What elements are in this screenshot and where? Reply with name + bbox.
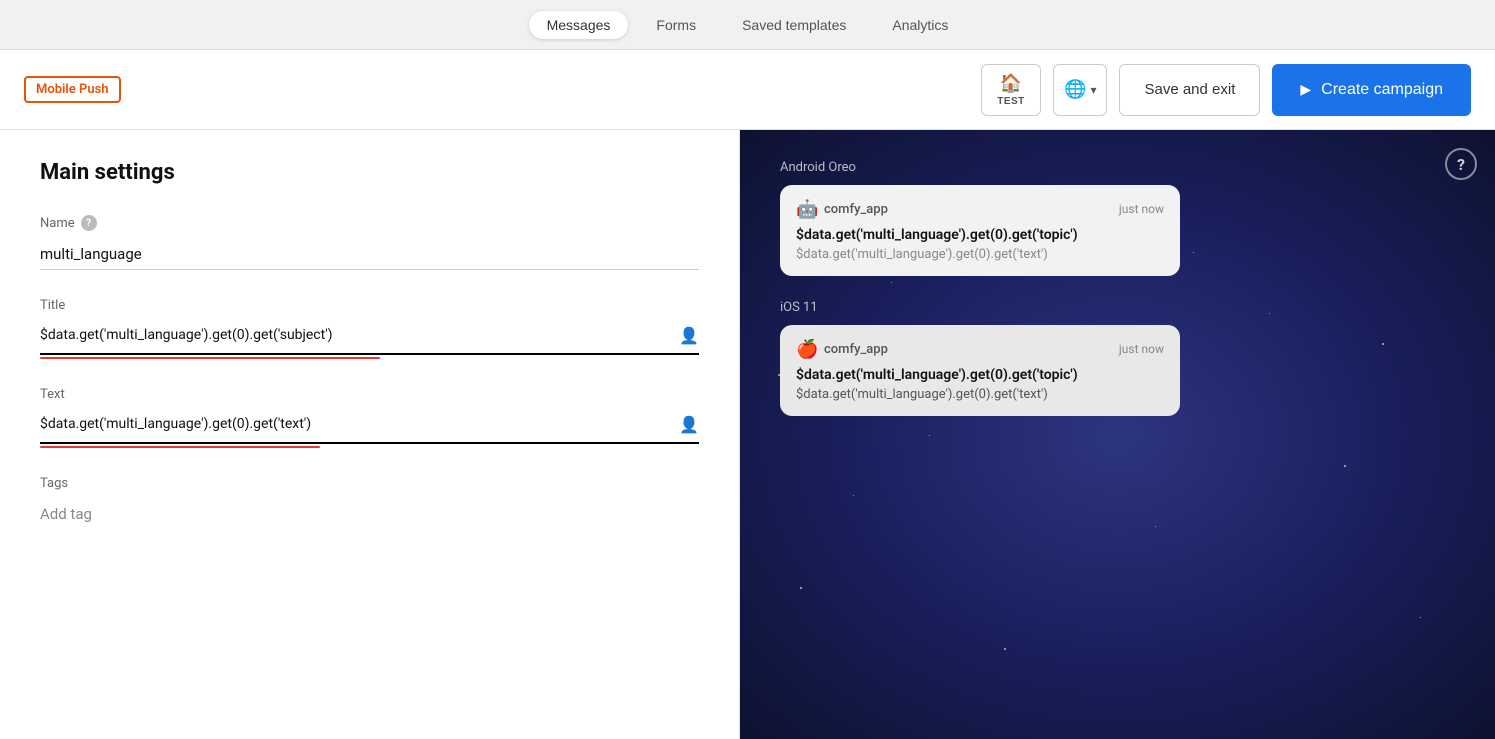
ios-app-name: comfy_app [824, 342, 888, 357]
mobile-push-label: Mobile Push [24, 76, 121, 103]
create-campaign-label: Create campaign [1321, 81, 1443, 99]
name-help-icon[interactable]: ? [81, 215, 97, 231]
title-person-icon[interactable]: 👤 [679, 326, 699, 345]
text-label-row: Text [40, 387, 699, 402]
text-label: Text [40, 387, 65, 402]
play-icon: ▶ [1300, 81, 1311, 98]
left-panel: Main settings Name ? multi_language Titl… [0, 130, 740, 739]
text-error-underline [40, 446, 320, 448]
name-label: Name [40, 216, 75, 231]
title-input[interactable] [40, 321, 669, 349]
ios-card-text: $data.get('multi_language').get(0).get('… [796, 387, 1164, 402]
help-button[interactable]: ? [1445, 148, 1477, 180]
text-field-group: Text 👤 [40, 387, 699, 448]
tags-add-placeholder[interactable]: Add tag [40, 499, 699, 529]
tags-label-row: Tags [40, 476, 699, 491]
main-content: Main settings Name ? multi_language Titl… [0, 130, 1495, 739]
house-icon: 🏠 [1000, 73, 1022, 94]
preview-section: Android Oreo 🤖 comfy_app just now $data.… [740, 130, 1495, 470]
section-title: Main settings [40, 160, 699, 185]
name-value: multi_language [40, 239, 699, 270]
title-input-row: 👤 [40, 321, 699, 355]
android-card-time: just now [1119, 202, 1164, 216]
tags-label: Tags [40, 476, 68, 491]
star-13 [1004, 648, 1006, 650]
text-person-icon[interactable]: 👤 [679, 415, 699, 434]
android-app-icon: 🤖 [796, 199, 816, 219]
test-button[interactable]: 🏠 TEST [981, 64, 1041, 116]
globe-icon: 🌐 [1064, 79, 1086, 100]
android-os-label: Android Oreo [780, 160, 1455, 175]
top-nav: Messages Forms Saved templates Analytics [0, 0, 1495, 50]
ios-card-time: just now [1119, 342, 1164, 356]
android-notification-card: 🤖 comfy_app just now $data.get('multi_la… [780, 185, 1180, 276]
test-label: TEST [997, 96, 1025, 107]
toolbar: Mobile Push 🏠 TEST 🌐 ▾ Save and exit ▶ C… [0, 50, 1495, 130]
android-card-title: $data.get('multi_language').get(0).get('… [796, 227, 1164, 243]
tab-analytics[interactable]: Analytics [874, 11, 966, 39]
ios-os-label: iOS 11 [780, 300, 1455, 315]
title-label: Title [40, 298, 65, 313]
ios-app-icon: 🍎 [796, 339, 816, 359]
text-input-row: 👤 [40, 410, 699, 444]
ios-card-title: $data.get('multi_language').get(0).get('… [796, 367, 1164, 383]
tab-forms[interactable]: Forms [638, 11, 714, 39]
create-campaign-button[interactable]: ▶ Create campaign [1272, 64, 1471, 116]
ios-notification-card: 🍎 comfy_app just now $data.get('multi_la… [780, 325, 1180, 416]
text-input[interactable] [40, 410, 669, 438]
name-field-group: Name ? multi_language [40, 215, 699, 270]
android-app-name: comfy_app [824, 202, 888, 217]
tags-field-group: Tags Add tag [40, 476, 699, 529]
right-panel: ? Android Oreo 🤖 comfy_app just now $dat… [740, 130, 1495, 739]
title-label-row: Title [40, 298, 699, 313]
tab-messages[interactable]: Messages [529, 11, 629, 39]
ios-card-header: 🍎 comfy_app just now [796, 339, 1164, 359]
title-field-group: Title 👤 [40, 298, 699, 359]
save-exit-button[interactable]: Save and exit [1119, 64, 1260, 116]
language-selector[interactable]: 🌐 ▾ [1053, 64, 1107, 116]
android-card-header: 🤖 comfy_app just now [796, 199, 1164, 219]
tab-saved-templates[interactable]: Saved templates [724, 11, 864, 39]
name-label-row: Name ? [40, 215, 699, 231]
title-error-underline [40, 357, 380, 359]
android-card-text: $data.get('multi_language').get(0).get('… [796, 247, 1164, 262]
chevron-down-icon: ▾ [1090, 83, 1096, 97]
